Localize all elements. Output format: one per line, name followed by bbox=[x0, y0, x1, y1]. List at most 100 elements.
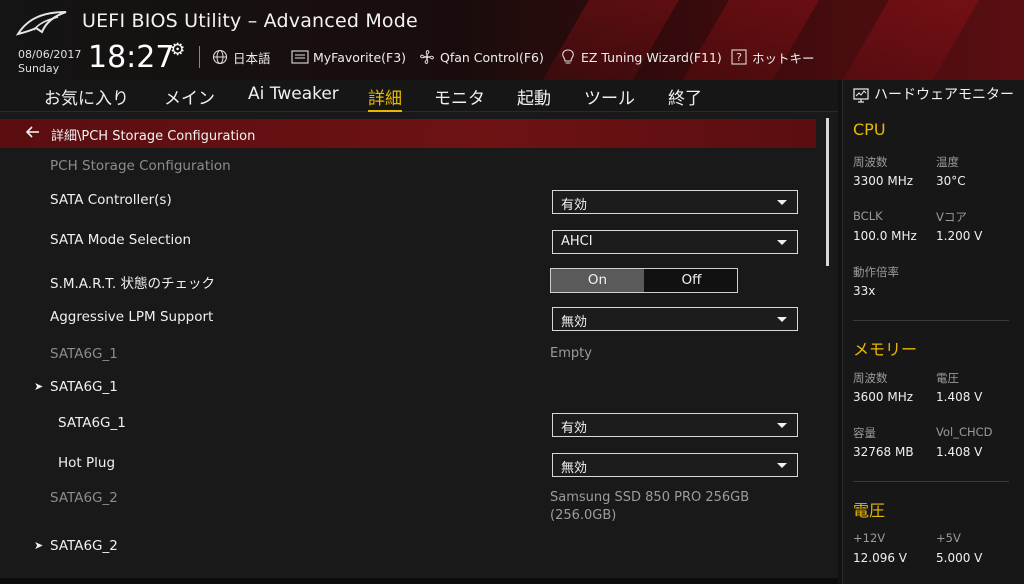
v12-value: 12.096 V bbox=[853, 551, 908, 565]
aggressive-lpm-label: Aggressive LPM Support bbox=[50, 309, 214, 325]
sata-mode-value: AHCI bbox=[561, 234, 593, 249]
breadcrumb: 詳細\PCH Storage Configuration bbox=[0, 119, 816, 148]
sata-controller-value: 有効 bbox=[561, 198, 588, 213]
tab-boot[interactable]: 起動 bbox=[517, 84, 551, 109]
tab-monitor[interactable]: モニタ bbox=[434, 84, 485, 109]
sata6g-1-status-value: Empty bbox=[550, 346, 592, 361]
hw-divider bbox=[853, 481, 1009, 482]
section-title: PCH Storage Configuration bbox=[50, 158, 231, 174]
submenu-arrow-icon: ➤ bbox=[34, 539, 44, 552]
sata6g-2-submenu[interactable]: SATA6G_2 bbox=[50, 538, 118, 554]
cpu-ratio-value: 33x bbox=[853, 284, 876, 298]
hotkeys-button[interactable]: ? ホットキー bbox=[730, 48, 815, 66]
rog-logo-icon bbox=[15, 11, 67, 36]
bclk-label: BCLK bbox=[853, 209, 883, 223]
cpu-temperature-label: 温度 bbox=[936, 155, 959, 169]
memory-voltage-label: 電圧 bbox=[936, 371, 959, 385]
date-text: 08/06/2017 bbox=[18, 48, 82, 61]
sata-controller-label: SATA Controller(s) bbox=[50, 192, 172, 208]
panel-bottom-edge bbox=[0, 578, 838, 584]
myfavorite-button[interactable]: MyFavorite(F3) bbox=[291, 48, 406, 66]
vol-chcd-value: 1.408 V bbox=[936, 445, 983, 459]
header-decoration bbox=[525, 0, 685, 80]
vcore-label: Vコア bbox=[936, 210, 967, 224]
sata-controller-select[interactable]: 有効 bbox=[552, 190, 798, 214]
globe-icon bbox=[211, 49, 229, 65]
back-arrow-icon[interactable] bbox=[24, 123, 42, 141]
tab-ai-tweaker[interactable]: Ai Tweaker bbox=[248, 84, 339, 104]
help-icon: ? bbox=[730, 49, 748, 65]
smart-check-label: S.M.A.R.T. 状態のチェック bbox=[50, 276, 216, 292]
tab-exit[interactable]: 終了 bbox=[668, 84, 702, 109]
hardware-monitor-panel: ハードウェアモニター CPU 周波数 温度 3300 MHz 30°C BCLK… bbox=[842, 80, 1024, 584]
myfavorite-label: MyFavorite(F3) bbox=[313, 49, 407, 65]
memory-frequency-value: 3600 MHz bbox=[853, 390, 914, 404]
ez-tuning-label: EZ Tuning Wizard(F11) bbox=[581, 49, 722, 65]
smart-check-toggle[interactable]: On Off bbox=[550, 268, 738, 293]
smart-on-option[interactable]: On bbox=[551, 269, 644, 292]
memory-frequency-label: 周波数 bbox=[853, 371, 888, 385]
smart-off-option[interactable]: Off bbox=[645, 269, 738, 292]
sata-mode-label: SATA Mode Selection bbox=[50, 232, 192, 248]
cpu-heading: CPU bbox=[853, 120, 886, 139]
chevron-down-icon bbox=[777, 200, 787, 205]
settings-scrollbar[interactable] bbox=[826, 118, 829, 266]
header-decoration bbox=[665, 0, 825, 80]
chevron-down-icon bbox=[777, 240, 787, 245]
date-display: 08/06/2017 Sunday bbox=[18, 48, 81, 76]
header-bar: UEFI BIOS Utility – Advanced Mode 08/06/… bbox=[0, 0, 1024, 80]
sata6g-1-submenu[interactable]: SATA6G_1 bbox=[50, 379, 118, 395]
header-decoration bbox=[825, 0, 985, 80]
breadcrumb-path: 詳細\PCH Storage Configuration bbox=[51, 129, 256, 144]
cpu-ratio-label: 動作倍率 bbox=[853, 265, 899, 279]
fan-icon bbox=[418, 49, 436, 65]
settings-panel: 詳細\PCH Storage Configuration PCH Storage… bbox=[0, 112, 838, 584]
vol-chcd-label: Vol_CHCD bbox=[936, 425, 993, 439]
sata6g-1-port-select[interactable]: 有効 bbox=[552, 413, 798, 437]
chevron-down-icon bbox=[777, 317, 787, 322]
memory-voltage-value: 1.408 V bbox=[936, 390, 983, 404]
v12-label: +12V bbox=[853, 531, 886, 545]
sata6g-2-status-value: Samsung SSD 850 PRO 256GB (256.0GB) bbox=[550, 489, 749, 525]
chevron-down-icon bbox=[777, 423, 787, 428]
bclk-value: 100.0 MHz bbox=[853, 229, 917, 243]
favorite-icon bbox=[291, 49, 309, 65]
tab-tool[interactable]: ツール bbox=[584, 84, 635, 109]
clock-time: 18:27 bbox=[88, 40, 175, 75]
svg-text:?: ? bbox=[736, 51, 742, 64]
memory-capacity-label: 容量 bbox=[853, 426, 876, 440]
sata6g-1-port-value: 有効 bbox=[561, 421, 588, 436]
sata6g-1-status-label: SATA6G_1 bbox=[50, 346, 118, 362]
qfan-control-button[interactable]: Qfan Control(F6) bbox=[418, 48, 544, 66]
hw-divider bbox=[853, 320, 1009, 321]
clock-settings-gear-icon[interactable]: ⚙ bbox=[170, 40, 185, 60]
tab-main[interactable]: メイン bbox=[164, 84, 215, 109]
sata6g-2-status-label: SATA6G_2 bbox=[50, 490, 118, 506]
vcore-value: 1.200 V bbox=[936, 229, 983, 243]
sata6g-1-port-label: SATA6G_1 bbox=[58, 415, 126, 431]
aggressive-lpm-select[interactable]: 無効 bbox=[552, 307, 798, 331]
chevron-down-icon bbox=[777, 463, 787, 468]
ez-tuning-wizard-button[interactable]: EZ Tuning Wizard(F11) bbox=[559, 48, 722, 66]
cpu-frequency-value: 3300 MHz bbox=[853, 174, 914, 188]
tab-favorites[interactable]: お気に入り bbox=[44, 84, 129, 109]
sata-mode-select[interactable]: AHCI bbox=[552, 230, 798, 254]
cpu-temperature-value: 30°C bbox=[936, 174, 966, 188]
v5-value: 5.000 V bbox=[936, 551, 983, 565]
hot-plug-label: Hot Plug bbox=[58, 455, 116, 471]
qfan-label: Qfan Control(F6) bbox=[440, 49, 544, 65]
language-label: 日本語 bbox=[233, 50, 271, 66]
hot-plug-select[interactable]: 無効 bbox=[552, 453, 798, 477]
aggressive-lpm-value: 無効 bbox=[561, 315, 588, 330]
hotkeys-label: ホットキー bbox=[752, 50, 815, 66]
header-divider bbox=[199, 46, 200, 68]
main-menu-bar: お気に入り メイン Ai Tweaker 詳細 モニタ 起動 ツール 終了 bbox=[0, 80, 838, 112]
sata6g-2-device-size: (256.0GB) bbox=[550, 508, 617, 523]
hw-monitor-title: ハードウェアモニター bbox=[874, 87, 1014, 103]
voltage-heading: 電圧 bbox=[853, 501, 886, 520]
language-button[interactable]: 日本語 bbox=[211, 48, 271, 66]
tab-advanced[interactable]: 詳細 bbox=[368, 84, 402, 112]
memory-heading: メモリー bbox=[853, 340, 918, 359]
submenu-arrow-icon: ➤ bbox=[34, 380, 44, 393]
bulb-icon bbox=[559, 49, 577, 65]
